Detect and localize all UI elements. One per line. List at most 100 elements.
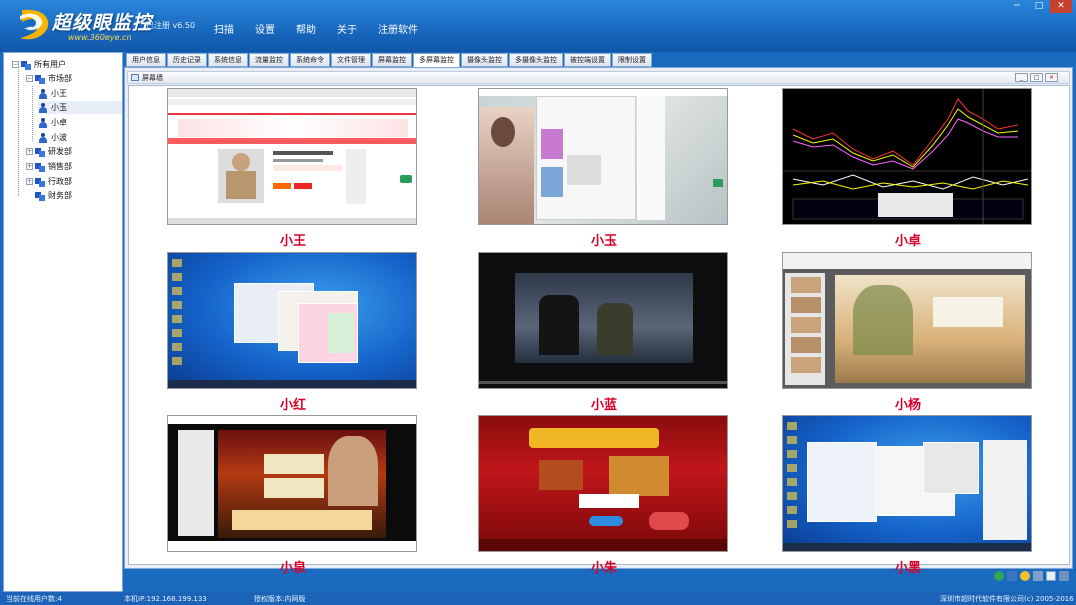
app-logo-icon xyxy=(20,9,49,40)
group-icon xyxy=(35,177,45,187)
tree-group-market[interactable]: − 市场部 xyxy=(26,72,72,85)
screen-cell[interactable]: 小黑 xyxy=(782,415,1034,576)
tab-file-manager[interactable]: 文件管理 xyxy=(331,53,371,67)
antivirus-icon[interactable] xyxy=(994,571,1004,581)
stock-chart-thumbnail[interactable] xyxy=(782,88,1032,225)
screen-cell[interactable]: 小玉 xyxy=(478,88,730,249)
screen-wall: 小王 小玉 小卓 小红 小蓝 小杨 小泉 小朱 小黑 xyxy=(128,85,1070,576)
tab-restrictions[interactable]: 限制设置 xyxy=(612,53,652,67)
screen-cell[interactable]: 小红 xyxy=(167,252,419,413)
moon-icon[interactable] xyxy=(1020,571,1030,581)
screen-label: 小王 xyxy=(279,234,306,249)
screen-cell[interactable]: 小卓 xyxy=(782,88,1034,249)
panel-title-bar: 屏幕墙 _ □ × xyxy=(127,71,1070,84)
group-icon xyxy=(35,191,45,201)
game-thumbnail[interactable] xyxy=(167,415,417,552)
expand-icon[interactable]: + xyxy=(26,163,33,170)
user-icon xyxy=(38,102,48,113)
collapse-icon[interactable]: − xyxy=(12,61,19,68)
local-ip: 本机IP:192.168.199.133 xyxy=(124,595,207,603)
online-users: 当前在线用户数:4 xyxy=(6,595,62,603)
screen-label: 小泉 xyxy=(279,561,306,576)
tab-system-command[interactable]: 系统命令 xyxy=(290,53,330,67)
screen-label: 小杨 xyxy=(894,398,921,413)
tab-history[interactable]: 历史记录 xyxy=(167,53,207,67)
photo-chat-thumbnail[interactable] xyxy=(478,88,728,225)
tab-traffic[interactable]: 流量监控 xyxy=(249,53,289,67)
screen-label: 小蓝 xyxy=(590,398,617,413)
tree-group-sales[interactable]: + 销售部 xyxy=(26,160,72,173)
movie-thumbnail[interactable] xyxy=(478,252,728,389)
license-version: 授权版本:内网版 xyxy=(254,595,306,603)
tab-camera[interactable]: 摄像头监控 xyxy=(461,53,508,67)
menu-about[interactable]: 关于 xyxy=(337,21,357,36)
tree-group-admin[interactable]: + 行政部 xyxy=(26,175,72,188)
screen-cell[interactable]: 小蓝 xyxy=(478,252,730,413)
expand-icon[interactable]: + xyxy=(26,148,33,155)
screen-label: 小红 xyxy=(279,398,306,413)
app-brand: 超级眼监控 xyxy=(52,12,153,34)
punctuation-icon[interactable] xyxy=(1033,571,1043,581)
tab-user-info[interactable]: 用户信息 xyxy=(126,53,166,67)
close-button[interactable]: ✕ xyxy=(1050,0,1072,13)
main-panel: 屏幕墙 _ □ × 小王 小玉 小卓 小红 小蓝 小杨 小泉 小朱 小黑 xyxy=(124,67,1073,576)
screen-cell[interactable]: 小泉 xyxy=(167,415,419,576)
window-controls: ─ □ ✕ xyxy=(1006,0,1072,13)
panel-close-button[interactable]: × xyxy=(1045,73,1058,82)
maximize-button[interactable]: □ xyxy=(1028,0,1050,13)
shopping-page-thumbnail[interactable] xyxy=(167,88,417,225)
tray-icons xyxy=(994,571,1069,583)
status-bar: 当前在线用户数:4 本机IP:192.168.199.133 授权版本:内网版 … xyxy=(0,592,1076,605)
window-icon xyxy=(131,74,139,81)
tree-group-finance[interactable]: 财务部 xyxy=(35,189,72,202)
tab-screen-monitor[interactable]: 屏幕监控 xyxy=(372,53,412,67)
tree-root[interactable]: − 所有用户 xyxy=(12,58,66,71)
user-icon xyxy=(38,132,48,143)
menu-settings[interactable]: 设置 xyxy=(255,21,275,36)
menu-help[interactable]: 帮助 xyxy=(296,21,316,36)
stock-candlestick-icon xyxy=(783,89,1031,224)
input-method-icon[interactable] xyxy=(1007,571,1017,581)
collapse-icon[interactable]: − xyxy=(26,75,33,82)
minimize-button[interactable]: ─ xyxy=(1006,0,1028,13)
tab-client-settings[interactable]: 被控端设置 xyxy=(564,53,611,67)
presentation-thumbnail[interactable] xyxy=(782,252,1032,389)
screen-cell[interactable]: 小杨 xyxy=(782,252,1034,413)
windows-desktop-thumbnail[interactable] xyxy=(782,415,1032,552)
tree-user-xiaobo[interactable]: 小波 xyxy=(38,131,67,144)
screen-cell[interactable]: 小朱 xyxy=(478,415,730,576)
menu-register[interactable]: 注册软件 xyxy=(378,21,418,36)
menu-scan[interactable]: 扫描 xyxy=(214,21,234,36)
screen-label: 小玉 xyxy=(590,234,617,249)
main-menu: 扫描 设置 帮助 关于 注册软件 xyxy=(214,21,439,36)
windows-desktop-thumbnail[interactable] xyxy=(167,252,417,389)
tree-user-xiaowang[interactable]: 小王 xyxy=(38,87,67,100)
function-tabs: 用户信息 历史记录 系统信息 流量监控 系统命令 文件管理 屏幕监控 多屏幕监控… xyxy=(126,53,653,67)
keyboard-icon[interactable] xyxy=(1046,571,1056,581)
user-icon xyxy=(38,117,48,128)
app-url: www.360eye.cn xyxy=(68,33,132,42)
group-icon xyxy=(35,74,45,84)
registration-version: 已注册 v6.50 xyxy=(146,21,196,30)
wrench-icon[interactable] xyxy=(1059,571,1069,581)
title-bar: 超级眼监控 www.360eye.cn 已注册 v6.50 扫描 设置 帮助 关… xyxy=(0,0,1076,52)
copyright: 深圳市超时代软件有限公司(c) 2005-2016 xyxy=(940,595,1074,603)
expand-icon[interactable]: + xyxy=(26,178,33,185)
card-game-thumbnail[interactable] xyxy=(478,415,728,552)
screen-cell[interactable]: 小王 xyxy=(167,88,419,249)
screen-label: 小朱 xyxy=(590,561,617,576)
group-icon xyxy=(35,162,45,172)
panel-minimize-button[interactable]: _ xyxy=(1015,73,1028,82)
tree-user-xiaoyu[interactable]: 小玉 xyxy=(38,101,122,114)
user-icon xyxy=(38,88,48,99)
tree-group-rd[interactable]: + 研发部 xyxy=(26,145,72,158)
group-icon xyxy=(35,147,45,157)
tree-user-xiaozhuo[interactable]: 小卓 xyxy=(38,116,67,129)
panel-restore-button[interactable]: □ xyxy=(1030,73,1043,82)
panel-title: 屏幕墙 xyxy=(142,74,163,82)
tab-multi-screen[interactable]: 多屏幕监控 xyxy=(413,53,460,67)
tab-multi-camera[interactable]: 多摄像头监控 xyxy=(509,53,563,67)
tab-system-info[interactable]: 系统信息 xyxy=(208,53,248,67)
screen-label: 小卓 xyxy=(894,234,921,249)
group-icon xyxy=(21,60,31,70)
